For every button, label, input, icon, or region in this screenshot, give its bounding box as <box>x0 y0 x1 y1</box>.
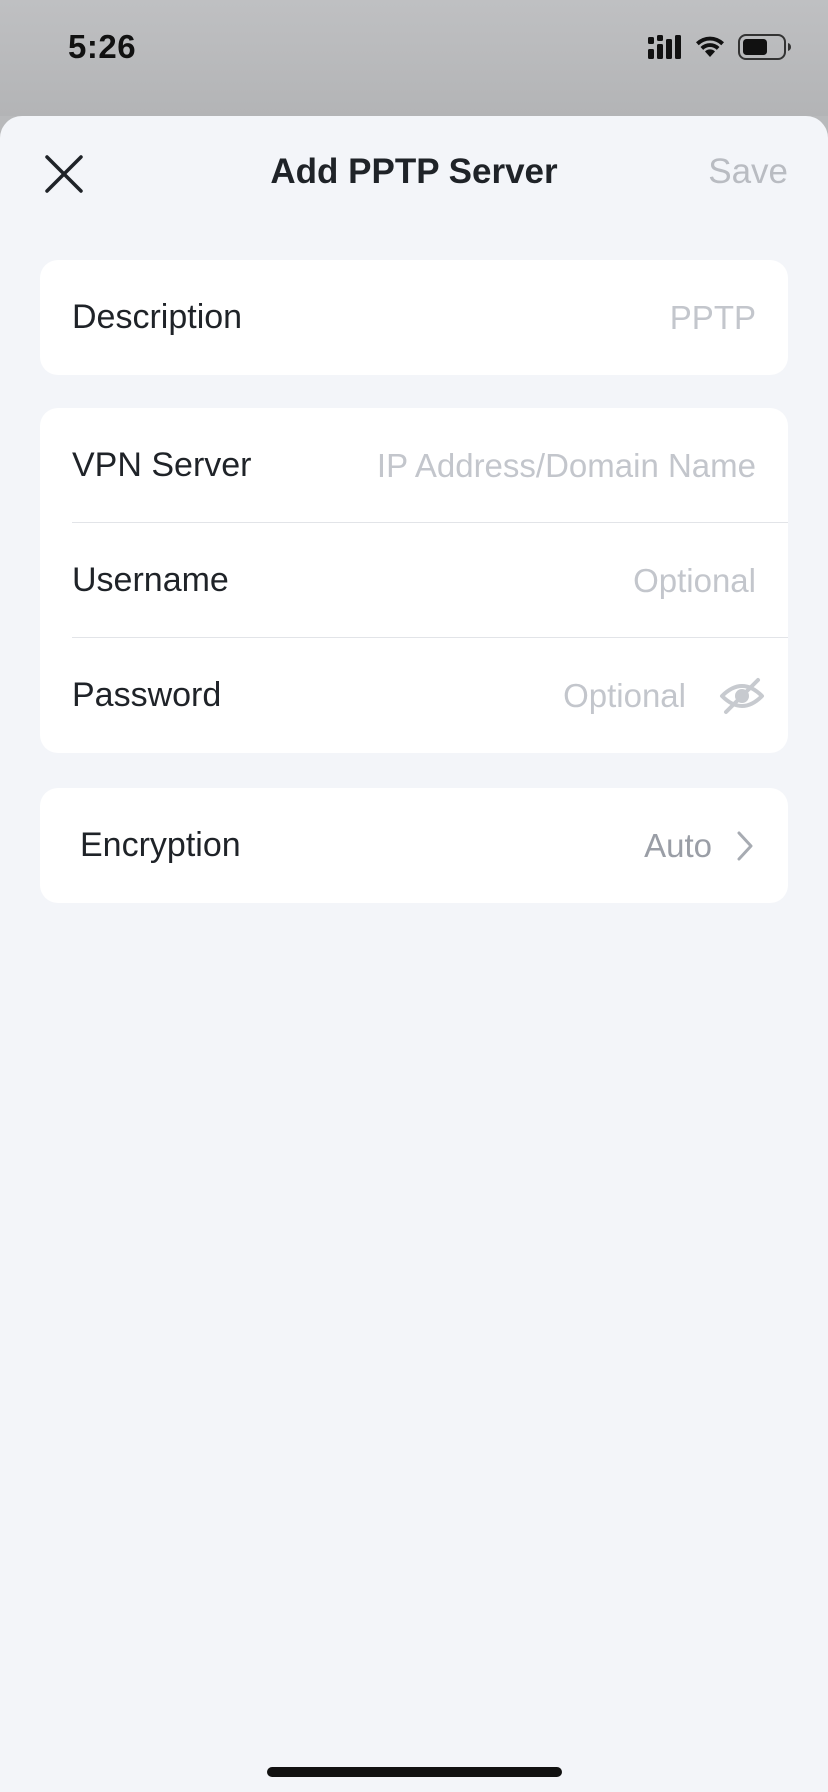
password-row[interactable]: Password <box>40 638 788 753</box>
password-label: Password <box>72 676 222 714</box>
encryption-label: Encryption <box>80 826 241 864</box>
username-label: Username <box>72 561 229 599</box>
encryption-row[interactable]: Encryption Auto <box>40 788 788 903</box>
status-time: 5:26 <box>68 28 137 65</box>
vpn-server-row[interactable]: VPN Server <box>40 408 788 523</box>
username-input[interactable] <box>336 523 756 638</box>
password-input[interactable] <box>386 638 686 753</box>
chevron-right-icon <box>737 831 753 861</box>
save-button[interactable]: Save <box>708 152 788 192</box>
description-input[interactable] <box>336 260 756 375</box>
description-row[interactable]: Description <box>40 260 788 375</box>
description-card: Description <box>40 260 788 375</box>
vpn-server-label: VPN Server <box>72 446 252 484</box>
modal-sheet: Add PPTP Server Save Description VPN Ser… <box>0 116 828 1792</box>
server-card: VPN Server Username Password <box>40 408 788 753</box>
encryption-card: Encryption Auto <box>40 788 788 903</box>
encryption-value: Auto <box>644 827 712 864</box>
home-indicator <box>267 1767 562 1777</box>
username-row[interactable]: Username <box>40 523 788 638</box>
password-visibility-toggle[interactable] <box>718 674 766 718</box>
status-bar: 5:26 <box>0 0 828 116</box>
navigation-bar: Add PPTP Server Save <box>0 116 828 226</box>
page-title: Add PPTP Server <box>270 152 558 191</box>
cellular-signal-icon <box>648 35 681 59</box>
wifi-icon <box>696 36 724 57</box>
vpn-server-input[interactable] <box>336 408 756 523</box>
description-label: Description <box>72 298 243 336</box>
battery-icon <box>738 34 791 60</box>
status-icons <box>648 34 792 60</box>
eye-hidden-icon <box>720 678 764 714</box>
